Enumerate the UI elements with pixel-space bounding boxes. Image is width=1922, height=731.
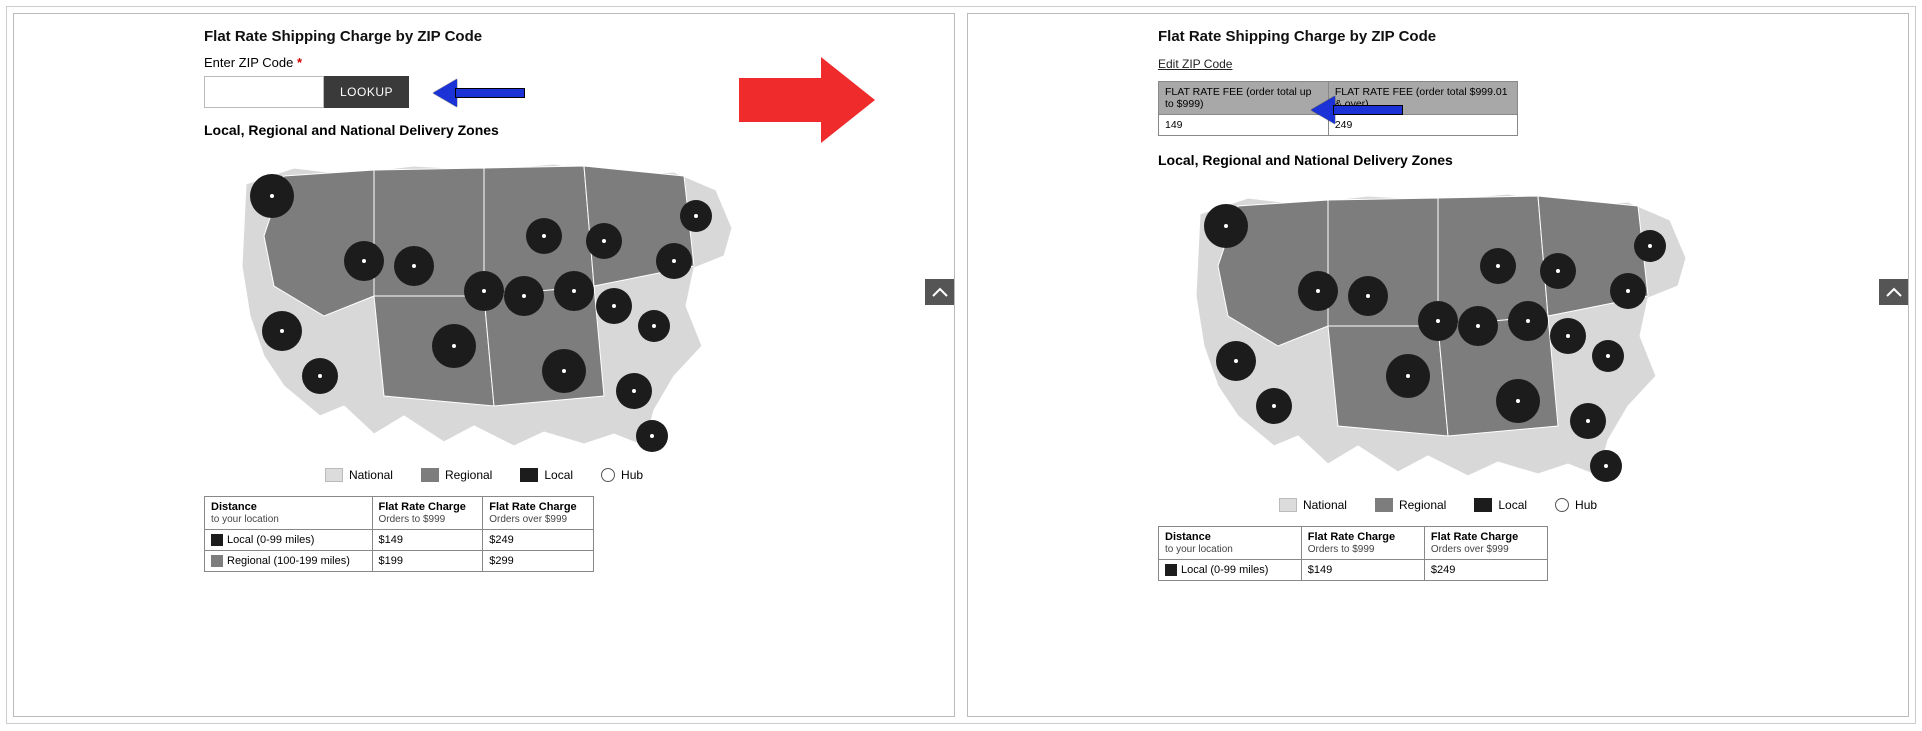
zip-input[interactable] [204,76,324,108]
zip-label: Enter ZIP Code * [204,55,764,70]
legend-local: Local [1474,498,1527,512]
rate-table-row: Local (0-99 miles) $149 $249 [205,530,594,551]
annotation-arrow-left [435,80,525,104]
lookup-button[interactable]: LOOKUP [324,76,409,108]
transition-arrow-icon [739,57,879,143]
required-asterisk: * [297,55,302,70]
legend-regional: Regional [1375,498,1446,512]
legend-national: National [1279,498,1347,512]
zones-title: Local, Regional and National Delivery Zo… [204,122,764,138]
delivery-zones-map [1178,176,1698,486]
delivery-zones-map [224,146,744,456]
zones-title: Local, Regional and National Delivery Zo… [1158,152,1718,168]
us-map-icon [224,146,744,456]
scroll-to-top-button[interactable] [925,279,955,305]
rate-table-row: Regional (100-199 miles) $199 $299 [205,551,594,572]
us-map-icon [1178,176,1698,486]
rate-table-row: Local (0-99 miles) $149 $249 [1159,560,1548,581]
annotation-arrow-right [1313,97,1403,121]
rate-table-header: Distanceto your location Flat Rate Charg… [205,497,594,530]
chevron-up-icon [932,287,948,297]
chevron-up-icon [1886,287,1902,297]
comparison-container: Flat Rate Shipping Charge by ZIP Code En… [6,6,1916,724]
legend-hub: Hub [601,468,643,482]
legend-regional: Regional [421,468,492,482]
panel-after: Flat Rate Shipping Charge by ZIP Code Ed… [967,13,1909,717]
fee-value-a: 149 [1159,115,1329,136]
zip-lookup-row: LOOKUP [204,76,764,108]
scroll-to-top-button[interactable] [1879,279,1909,305]
section-title: Flat Rate Shipping Charge by ZIP Code [204,28,764,45]
map-legend: National Regional Local Hub [1158,498,1718,512]
rate-table: Distanceto your location Flat Rate Charg… [1158,526,1548,581]
legend-local: Local [520,468,573,482]
fee-header-a: FLAT RATE FEE (order total up to $999) [1159,82,1329,115]
edit-zip-link[interactable]: Edit ZIP Code [1158,57,1232,71]
section-title: Flat Rate Shipping Charge by ZIP Code [1158,28,1718,45]
rate-table: Distanceto your location Flat Rate Charg… [204,496,594,572]
legend-hub: Hub [1555,498,1597,512]
map-legend: National Regional Local Hub [204,468,764,482]
rate-table-header: Distanceto your location Flat Rate Charg… [1159,527,1548,560]
legend-national: National [325,468,393,482]
